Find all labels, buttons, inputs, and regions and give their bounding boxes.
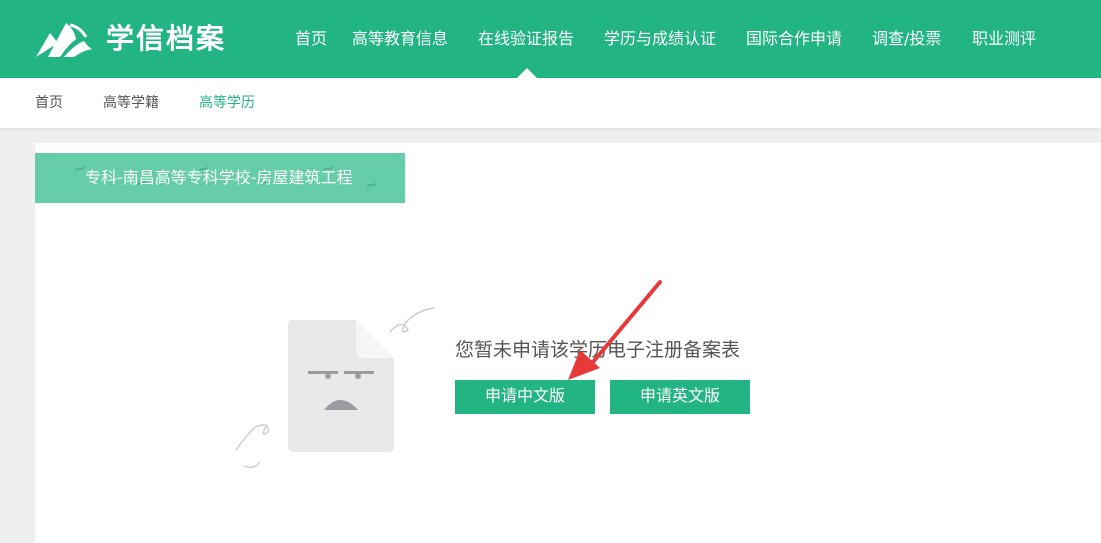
book-logo-icon [36,23,92,57]
brand-name: 学信档案 [106,22,227,55]
nav-degree-transcript-certification[interactable]: 学历与成绩认证 [604,28,716,50]
apply-chinese-version-button[interactable]: 申请中文版 [455,380,595,414]
breadcrumb: 首页 高等学籍 高等学历 [0,78,1101,128]
nav-international-cooperation[interactable]: 国际合作申请 [746,28,842,50]
breadcrumb-higher-enrollment[interactable]: 高等学籍 [103,94,159,112]
site-logo[interactable]: 学信档案 [34,18,226,60]
active-nav-indicator [517,68,537,78]
nav-higher-education-info[interactable]: 高等教育信息 [352,28,448,50]
nav-home[interactable]: 首页 [295,28,327,50]
empty-state-message: 您暂未申请该学历电子注册备案表 [455,339,741,361]
watermark-mark: ~ [362,173,382,196]
record-tab[interactable]: ~ ~ ~ ~ ~ ~ 专科-南昌高等专科学校-房屋建筑工程 [35,153,405,203]
breadcrumb-higher-degree[interactable]: 高等学历 [199,94,255,112]
empty-document-illustration [235,307,435,469]
nav-career-assessment[interactable]: 职业测评 [972,28,1036,50]
nav-survey-vote[interactable]: 调查/投票 [872,28,941,50]
record-title: 专科-南昌高等专科学校-房屋建筑工程 [85,168,353,187]
apply-english-version-button[interactable]: 申请英文版 [610,380,750,414]
nav-online-verification-report[interactable]: 在线验证报告 [478,28,574,50]
sad-document-icon [288,320,394,452]
top-navigation-bar: 学信档案 首页 高等教育信息 在线验证报告 学历与成绩认证 国际合作申请 调查/… [0,0,1101,78]
breadcrumb-home[interactable]: 首页 [35,94,63,112]
